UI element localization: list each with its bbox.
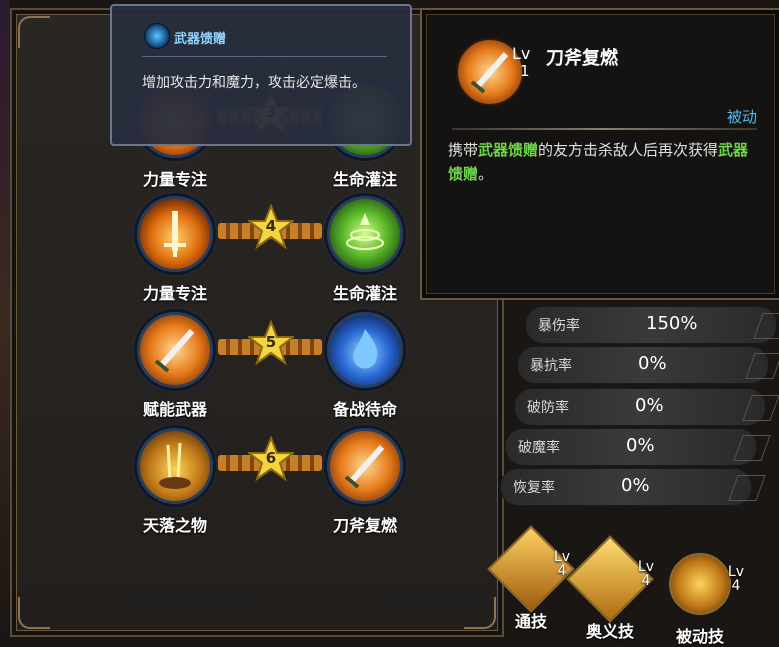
skill-level: Lv 4: [728, 565, 744, 593]
level-value: 4: [731, 578, 741, 594]
level-value: 4: [641, 573, 651, 589]
passive-skill-button[interactable]: Lv 4 被动技: [660, 545, 744, 647]
level-label: Lv: [512, 44, 531, 63]
ultimate-skill-button[interactable]: Lv 4 奥义技: [566, 535, 654, 642]
skill-description: 携带武器馈赠的友方击杀敌人后再次获得武器馈赠。: [448, 138, 758, 186]
stat-name: 破防率: [527, 400, 569, 416]
tier-link: 5: [218, 319, 322, 366]
talent-row-5: 赋能武器 5 备战待命: [132, 312, 412, 432]
stat-row: 破魔率 0%: [505, 428, 771, 466]
stat-ornament: [745, 353, 779, 379]
corner-ornament: [18, 16, 50, 48]
stat-name: 暴伤率: [538, 318, 580, 334]
stat-row: 恢复率 0%: [500, 468, 766, 506]
stat-row: 破防率 0%: [514, 388, 779, 426]
desc-highlight: 武器馈赠: [478, 141, 539, 159]
talent-skill-fallen-object[interactable]: 天落之物: [132, 428, 218, 536]
talent-skill-power-focus[interactable]: 力量专注: [132, 196, 218, 304]
stat-value: 0%: [621, 475, 650, 496]
tier-number: 5: [265, 333, 277, 351]
stat-row: 暴伤率 150%: [525, 306, 779, 344]
tier-link: 6: [218, 435, 322, 482]
desc-text: 。: [478, 165, 494, 183]
star-icon: 5: [246, 319, 296, 366]
tier-number: 6: [265, 449, 277, 467]
stat-ornament: [733, 435, 771, 461]
talent-skill-empowered-weapon[interactable]: 赋能武器: [132, 312, 218, 420]
left-edge-strip: [0, 0, 10, 640]
talent-skill-blade-axe-rekindle[interactable]: 刀斧复燃: [322, 428, 408, 536]
fallen-object-icon: [137, 428, 213, 504]
desc-text: 的友方击杀敌人后再次获得: [538, 141, 719, 159]
talent-tooltip: 武器馈赠 增加攻击力和魔力，攻击必定爆击。: [110, 4, 412, 146]
detail-divider: [452, 128, 757, 130]
empowered-weapon-icon: [137, 312, 213, 388]
skill-title: 刀斧复燃: [546, 48, 618, 69]
tier-link: 4: [218, 203, 322, 250]
tier-number: 4: [265, 217, 277, 235]
stat-ornament: [728, 475, 766, 501]
tooltip-title: 武器馈赠: [174, 32, 227, 47]
stat-name: 破魔率: [518, 440, 560, 456]
weapon-gift-icon: [144, 23, 170, 49]
blue-flame-icon: [327, 312, 403, 388]
stat-value: 0%: [626, 435, 655, 456]
skill-level: Lv 4: [554, 550, 570, 578]
star-icon: 4: [246, 203, 296, 250]
star-icon: 6: [246, 435, 296, 482]
stat-ornament: [753, 313, 779, 339]
level-value: 1: [520, 62, 530, 80]
talent-skill-label: 生命灌注: [332, 170, 397, 189]
talent-row-6: 天落之物 6 刀斧复燃: [132, 428, 412, 548]
level-value: 4: [557, 563, 567, 579]
stat-name: 恢复率: [513, 480, 555, 496]
life-infusion-icon: [327, 196, 403, 272]
desc-text: 携带: [448, 141, 479, 159]
talent-skill-ready-stance[interactable]: 备战待命: [322, 312, 408, 420]
normal-skill-button[interactable]: Lv 4 通技: [487, 525, 575, 632]
power-focus-icon: [137, 196, 213, 272]
talent-skill-label: 力量专注: [142, 170, 207, 189]
talent-row-4: 力量专注 4 生命灌注: [132, 196, 412, 316]
stat-value: 0%: [638, 353, 667, 374]
talent-skill-label: 刀斧复燃: [332, 516, 397, 535]
tooltip-divider: [142, 56, 387, 57]
blade-axe-icon: [327, 428, 403, 504]
tooltip-description: 增加攻击力和魔力，攻击必定爆击。: [142, 75, 366, 91]
talent-skill-life-infusion[interactable]: 生命灌注: [322, 196, 408, 304]
passive-skill-icon: [669, 553, 731, 615]
corner-ornament: [18, 597, 50, 629]
skill-detail-panel: Lv 1 刀斧复燃 被动 携带武器馈赠的友方击杀敌人后再次获得武器馈赠。: [420, 8, 779, 300]
skill-label: 被动技: [675, 627, 724, 646]
corner-ornament: [464, 597, 496, 629]
stat-name: 暴抗率: [530, 358, 572, 374]
skill-level: Lv 4: [638, 560, 654, 588]
stat-row: 暴抗率 0%: [517, 346, 779, 384]
talent-skill-label: 备战待命: [332, 400, 397, 419]
stat-ornament: [742, 395, 779, 421]
talent-skill-label: 赋能武器: [142, 400, 207, 419]
talent-skill-label: 力量专注: [142, 284, 207, 303]
talent-skill-label: 天落之物: [142, 516, 207, 535]
stat-value: 150%: [646, 313, 698, 334]
talent-skill-label: 生命灌注: [332, 284, 397, 303]
skill-type-badge: 被动: [726, 108, 757, 126]
stat-value: 0%: [635, 395, 664, 416]
